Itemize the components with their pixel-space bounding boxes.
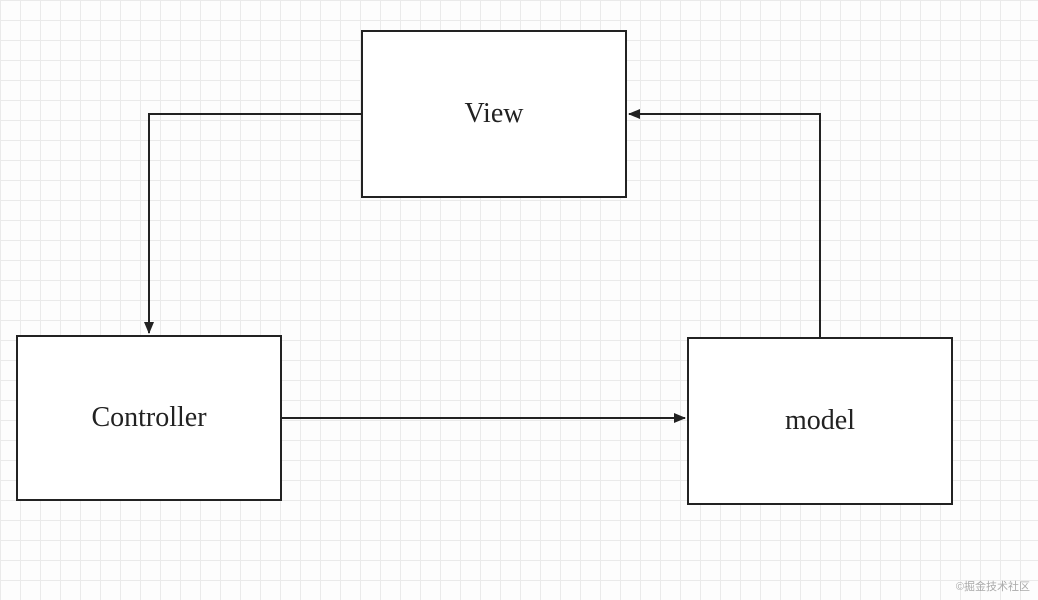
node-view-label: View — [465, 98, 524, 130]
node-controller: Controller — [16, 335, 282, 501]
node-model-label: model — [785, 405, 855, 437]
edge-model-to-view — [629, 114, 820, 337]
node-view: View — [361, 30, 627, 198]
node-model: model — [687, 337, 953, 505]
edge-view-to-controller — [149, 114, 361, 333]
watermark: ©掘金技术社区 — [956, 578, 1030, 594]
node-controller-label: Controller — [91, 402, 206, 434]
